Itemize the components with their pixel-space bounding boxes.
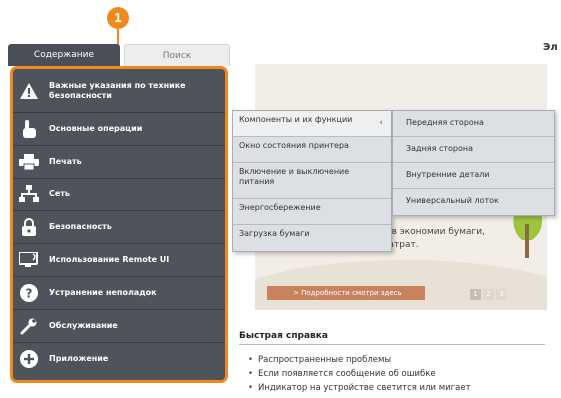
sidebar-tabs: Содержание Поиск [8,44,230,66]
menu-item-front-side[interactable]: Передняя сторона [393,111,554,137]
sidebar-item-remote-ui[interactable]: Использование Remote UI [13,244,225,277]
sidebar-item-basic-operations[interactable]: Основные операции [13,113,225,146]
menu-item-power[interactable]: Включение и выключение питания [233,163,391,199]
menu-item-loading-paper[interactable]: Загрузка бумаги [233,225,391,251]
pager-page-1[interactable]: 1 [470,289,481,300]
menu-item-interior[interactable]: Внутренние детали [393,163,554,189]
tab-search[interactable]: Поиск [124,44,230,66]
svg-text:?: ? [26,286,33,300]
tab-contents[interactable]: Содержание [8,44,120,66]
plus-icon [19,349,39,369]
pager-page-2[interactable]: 2 [483,289,494,300]
contents-sidebar: Важные указания по технике безопасности … [10,66,228,383]
page-title: Эл [543,42,558,53]
sidebar-item-network[interactable]: Сеть [13,179,225,212]
sidebar-item-label: Устранение неполадок [49,287,157,297]
sidebar-item-label: Сеть [49,189,70,199]
sidebar-item-security[interactable]: Безопасность [13,211,225,245]
divider [239,344,545,345]
sidebar-item-label: Приложение [49,353,109,363]
banner-pager: 1 2 3 [470,289,507,300]
menu-item-components[interactable]: Компоненты и их функции ‹ [233,111,391,137]
more-details-button[interactable]: > Подробности смотри здесь [267,286,425,300]
sidebar-item-label: Печать [49,156,82,166]
quick-reference-link[interactable]: Если появляется сообщение об ошибке [248,367,471,381]
banner-decoration [255,260,547,310]
quick-reference-list: Распространенные проблемы Если появляетс… [248,353,471,395]
sidebar-item-label: Обслуживание [49,320,118,330]
quick-reference-link[interactable]: Индикатор на устройстве светится или миг… [248,381,471,395]
sidebar-item-label: Безопасность [49,222,112,232]
callout-marker: 1 [107,7,129,29]
menu-item-back-side[interactable]: Задняя сторона [393,137,554,163]
submenu-components: Передняя сторона Задняя сторона Внутренн… [392,110,555,216]
sidebar-item-print[interactable]: Печать [13,146,225,179]
sidebar-item-troubleshooting[interactable]: ? Устранение неполадок [13,277,225,310]
question-icon: ? [19,283,39,303]
lock-icon [19,217,39,237]
sidebar-item-label: Использование Remote UI [49,255,170,265]
quick-reference-link[interactable]: Распространенные проблемы [248,353,471,367]
hand-pointer-icon [19,119,39,139]
sidebar-item-label: Важные указания по технике безопасности [49,80,186,100]
menu-item-energy-saving[interactable]: Энергосбережение [233,199,391,225]
sidebar-item-appendix[interactable]: Приложение [13,343,225,376]
menu-item-label: Компоненты и их функции [239,115,353,124]
network-icon [19,184,39,204]
menu-item-status-monitor[interactable]: Окно состояния принтера [233,137,391,163]
menu-item-multipurpose-tray[interactable]: Универсальный лоток [393,189,554,215]
quick-reference-title: Быстрая справка [239,331,328,341]
printer-icon [19,152,39,172]
sidebar-item-maintenance[interactable]: Обслуживание [13,310,225,343]
warning-icon [19,81,39,101]
chevron-left-icon: ‹ [379,118,383,128]
sidebar-item-safety[interactable]: Важные указания по технике безопасности [13,69,225,113]
monitor-icon [19,250,39,270]
sidebar-item-label: Основные операции [49,123,143,133]
pager-page-3[interactable]: 3 [496,289,507,300]
wrench-icon [19,316,39,336]
submenu-basic-operations: Компоненты и их функции ‹ Окно состояния… [232,110,392,252]
